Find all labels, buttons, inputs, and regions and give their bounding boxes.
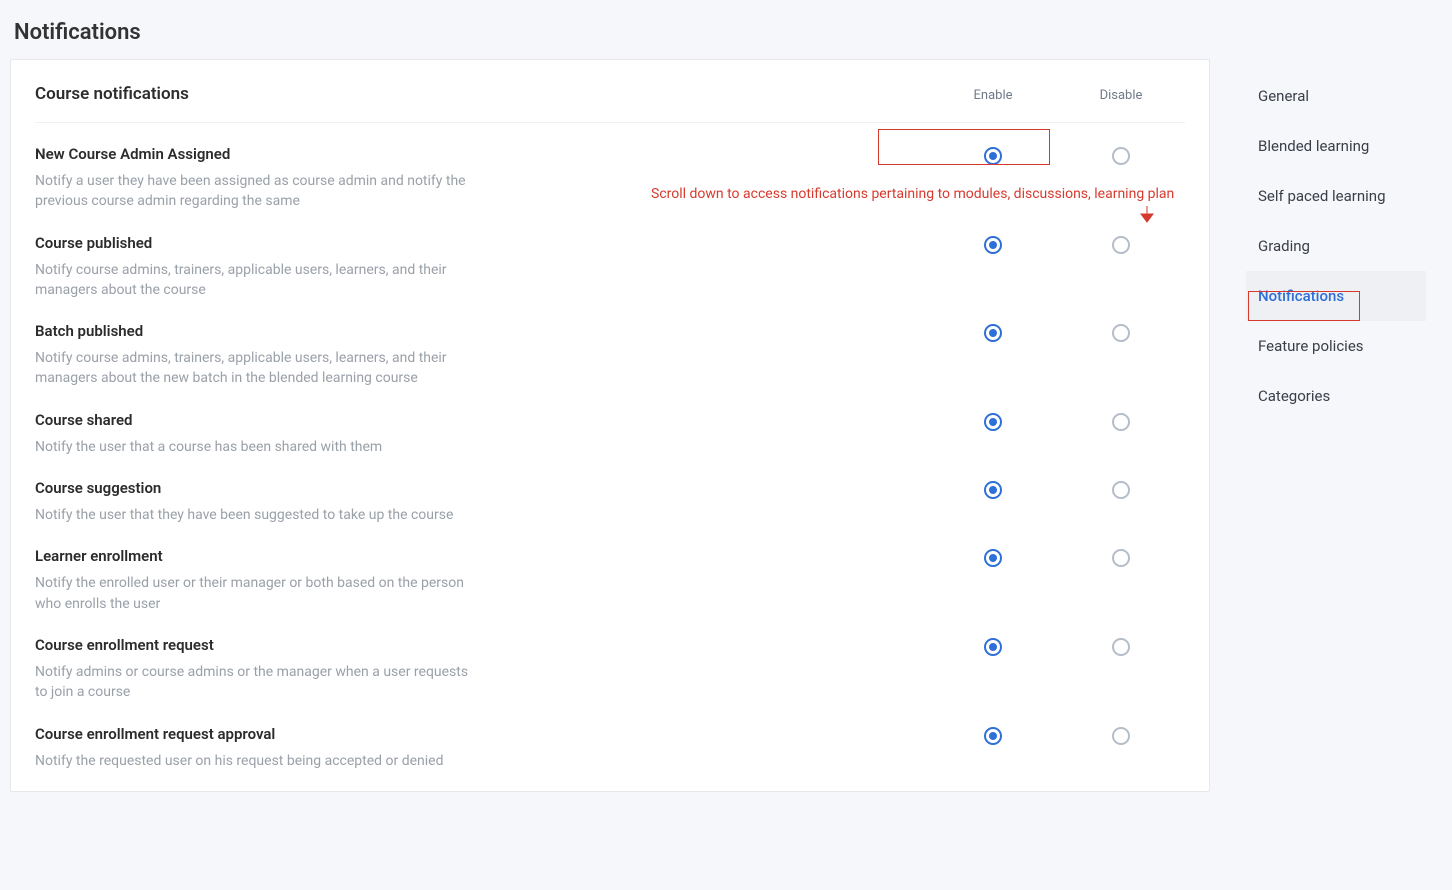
radio-disable[interactable] [1112,549,1130,567]
column-header-disable: Disable [1057,88,1185,103]
sidebar-item-feature-policies[interactable]: Feature policies [1246,321,1426,371]
section-title: Course notifications [35,84,929,104]
row-title: Learner enrollment [35,547,482,565]
radio-disable[interactable] [1112,324,1130,342]
sidebar-item-grading[interactable]: Grading [1246,221,1426,271]
annotation-text: Scroll down to access notifications pert… [651,186,1174,202]
page-title: Notifications [0,0,1452,59]
column-header-enable: Enable [929,88,1057,103]
sidebar-item-blended-learning[interactable]: Blended learning [1246,121,1426,171]
notifications-card: Course notifications Enable Disable New … [10,59,1210,792]
notification-row: Course shared Notify the user that a cour… [35,389,1185,457]
radio-enable[interactable] [984,549,1002,567]
radio-disable[interactable] [1112,638,1130,656]
radio-enable[interactable] [984,236,1002,254]
row-description: Notify course admins, trainers, applicab… [35,260,482,301]
row-title: Course suggestion [35,479,482,497]
radio-enable[interactable] [984,147,1002,165]
row-description: Notify a user they have been assigned as… [35,171,482,212]
row-description: Notify the requested user on his request… [35,751,482,771]
settings-sidebar: GeneralBlended learningSelf paced learni… [1246,59,1426,421]
row-title: Course enrollment request [35,636,482,654]
radio-disable[interactable] [1112,236,1130,254]
notification-row: Learner enrollment Notify the enrolled us… [35,525,1185,614]
row-title: Course enrollment request approval [35,725,482,743]
section-header: Course notifications Enable Disable [35,62,1185,123]
row-description: Notify admins or course admins or the ma… [35,662,482,703]
row-title: Course shared [35,411,482,429]
sidebar-item-general[interactable]: General [1246,71,1426,121]
radio-disable[interactable] [1112,413,1130,431]
radio-enable[interactable] [984,481,1002,499]
radio-enable[interactable] [984,727,1002,745]
row-description: Notify the enrolled user or their manage… [35,573,482,614]
notification-row: Batch published Notify course admins, tra… [35,300,1185,389]
notification-row: Course enrollment request Notify admins o… [35,614,1185,703]
annotation-arrow-icon [1139,206,1155,224]
sidebar-item-categories[interactable]: Categories [1246,371,1426,421]
radio-disable[interactable] [1112,481,1130,499]
row-title: Batch published [35,322,482,340]
radio-enable[interactable] [984,413,1002,431]
sidebar-item-self-paced-learning[interactable]: Self paced learning [1246,171,1426,221]
notification-row: Course suggestion Notify the user that th… [35,457,1185,525]
row-title: New Course Admin Assigned [35,145,482,163]
sidebar-item-notifications[interactable]: Notifications [1246,271,1426,321]
row-description: Notify the user that they have been sugg… [35,505,482,525]
row-title: Course published [35,234,482,252]
row-description: Notify course admins, trainers, applicab… [35,348,482,389]
radio-disable[interactable] [1112,147,1130,165]
radio-enable[interactable] [984,638,1002,656]
notification-row: Course enrollment request approval Notify… [35,703,1185,771]
notification-row: Course published Notify course admins, tr… [35,212,1185,301]
radio-disable[interactable] [1112,727,1130,745]
radio-enable[interactable] [984,324,1002,342]
row-description: Notify the user that a course has been s… [35,437,482,457]
